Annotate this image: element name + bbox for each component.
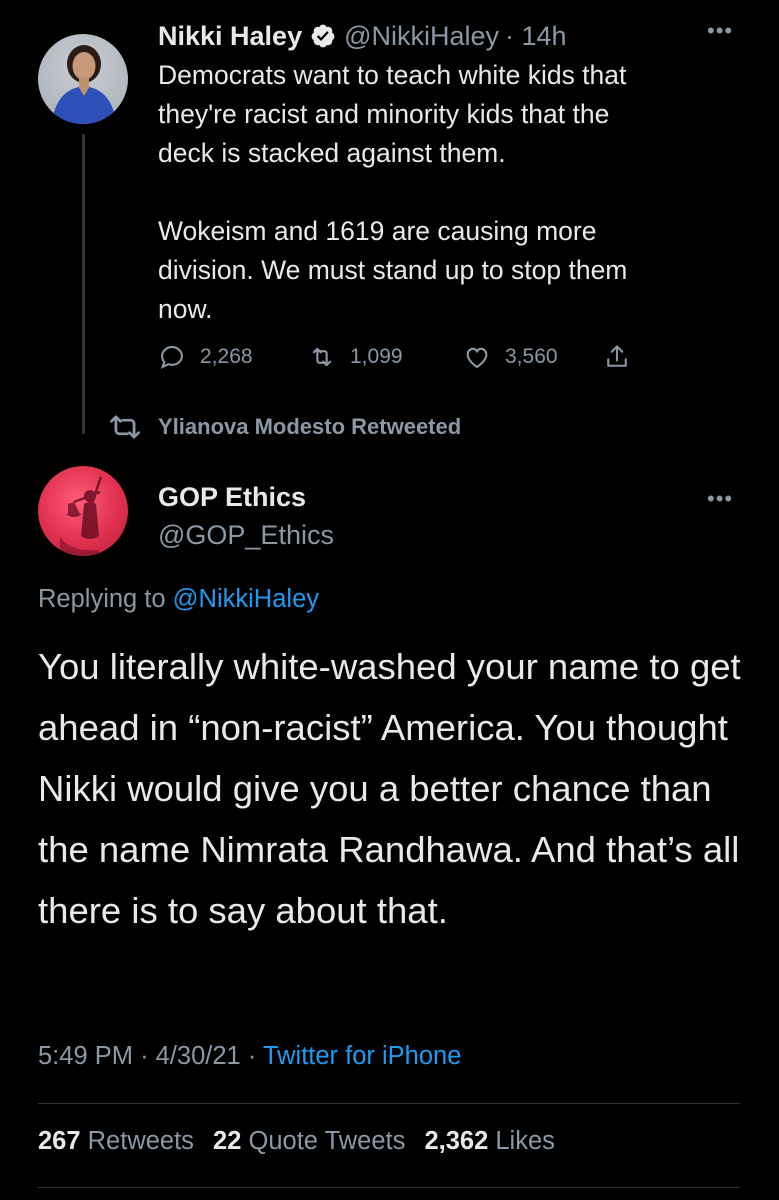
replying-to-line: Replying to @NikkiHaley	[38, 585, 319, 614]
retweets-label: Retweets	[87, 1127, 194, 1155]
main-tweet-text: You literally white-washed your name to …	[38, 646, 741, 931]
reply-icon	[160, 346, 183, 369]
tweet-time-ago[interactable]: · 14h	[505, 21, 567, 52]
like-icon	[466, 347, 488, 369]
retweets-stat[interactable]: 267 Retweets	[38, 1127, 194, 1155]
author-handle[interactable]: @NikkiHaley	[344, 21, 499, 52]
divider	[38, 1103, 740, 1104]
nikki-haley-avatar[interactable]	[38, 34, 128, 124]
gop-ethics-avatar[interactable]	[38, 466, 128, 556]
retweet-button[interactable]: 1,099	[308, 343, 463, 371]
tweet-meta: 5:49 PM · 4/30/21 · Twitter for iPhone	[38, 1042, 462, 1070]
retweet-count: 1,099	[350, 345, 403, 368]
share-icon	[607, 345, 627, 367]
main-author-handle[interactable]: @GOP_Ethics	[158, 520, 334, 551]
replying-prefix: Replying to	[38, 585, 166, 613]
likes-stat[interactable]: 2,362 Likes	[424, 1127, 554, 1155]
avatar-portrait	[52, 45, 116, 124]
retweeted-by-note: Ylianova Modesto Retweeted	[108, 414, 461, 440]
lady-justice-icon	[60, 476, 103, 556]
like-count: 3,560	[505, 345, 558, 368]
tweet-date[interactable]: 4/30/21	[156, 1042, 241, 1070]
retweet-indicator-icon	[110, 415, 140, 439]
parent-tweet-header: Nikki Haley @NikkiHaley · 14h	[158, 18, 567, 54]
quotes-label: Quote Tweets	[248, 1127, 406, 1155]
tweet-stats: 267 Retweets 22 Quote Tweets 2,362 Likes	[38, 1127, 555, 1156]
replying-to-mention[interactable]: @NikkiHaley	[173, 585, 319, 613]
share-button[interactable]	[603, 343, 645, 371]
retweet-icon	[312, 347, 332, 367]
parent-tweet-actions: 2,268 1,099 3,560	[158, 338, 645, 376]
tweet-time[interactable]: 5:49 PM	[38, 1042, 133, 1070]
parent-tweet-text: Democrats want to teach white kids that …	[158, 60, 628, 324]
more-icon[interactable]: •••	[707, 486, 733, 512]
thread-connector-line	[82, 134, 85, 434]
tweet-client-link[interactable]: Twitter for iPhone	[263, 1042, 461, 1070]
quotes-stat[interactable]: 22 Quote Tweets	[213, 1127, 405, 1155]
reply-count: 2,268	[200, 345, 253, 368]
verified-icon	[311, 24, 335, 48]
retweets-count: 267	[38, 1127, 81, 1155]
likes-label: Likes	[495, 1127, 555, 1155]
author-name[interactable]: Nikki Haley	[158, 21, 302, 52]
reply-button[interactable]: 2,268	[158, 343, 308, 371]
retweeted-by-label[interactable]: Ylianova Modesto Retweeted	[158, 414, 461, 440]
more-icon[interactable]: •••	[707, 18, 733, 44]
like-button[interactable]: 3,560	[463, 343, 603, 371]
divider	[38, 1187, 740, 1188]
quotes-count: 22	[213, 1127, 242, 1155]
likes-count: 2,362	[424, 1127, 489, 1155]
main-author-name[interactable]: GOP Ethics	[158, 482, 306, 513]
